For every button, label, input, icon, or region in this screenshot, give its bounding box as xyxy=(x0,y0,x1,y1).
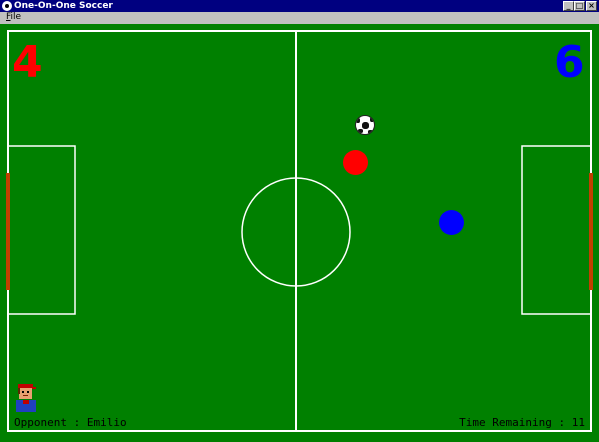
opponent-label: Opponent : Emilio xyxy=(14,416,127,429)
opponent-avatar-icon xyxy=(16,384,36,412)
right-penalty-box xyxy=(521,145,592,315)
score-left: 4 xyxy=(12,37,43,88)
menu-file-label: ile xyxy=(10,12,22,22)
right-goal xyxy=(589,173,593,290)
score-right: 6 xyxy=(554,37,585,88)
red-player xyxy=(343,150,368,175)
time-remaining: Time Remaining : 11 xyxy=(459,416,585,429)
menu-bar: File xyxy=(0,12,599,23)
minimize-button[interactable]: _ xyxy=(563,1,574,11)
left-goal xyxy=(6,173,10,290)
field-markings xyxy=(6,30,593,432)
menu-file[interactable]: File xyxy=(6,12,21,23)
soccer-field[interactable]: 4 6 Opponent : Emilio Time Remaining : 1… xyxy=(0,24,599,442)
soccer-ball-icon xyxy=(355,115,375,135)
window-title: One-On-One Soccer xyxy=(14,1,113,11)
app-icon[interactable] xyxy=(2,1,12,11)
left-penalty-box xyxy=(7,145,76,315)
game-window: One-On-One Soccer _ □ × File 4 6 Opponen… xyxy=(0,0,599,442)
maximize-button[interactable]: □ xyxy=(574,1,585,11)
title-bar[interactable]: One-On-One Soccer _ □ × xyxy=(0,0,599,12)
blue-player xyxy=(439,210,464,235)
field-boundary xyxy=(7,30,592,432)
close-button[interactable]: × xyxy=(586,1,597,11)
